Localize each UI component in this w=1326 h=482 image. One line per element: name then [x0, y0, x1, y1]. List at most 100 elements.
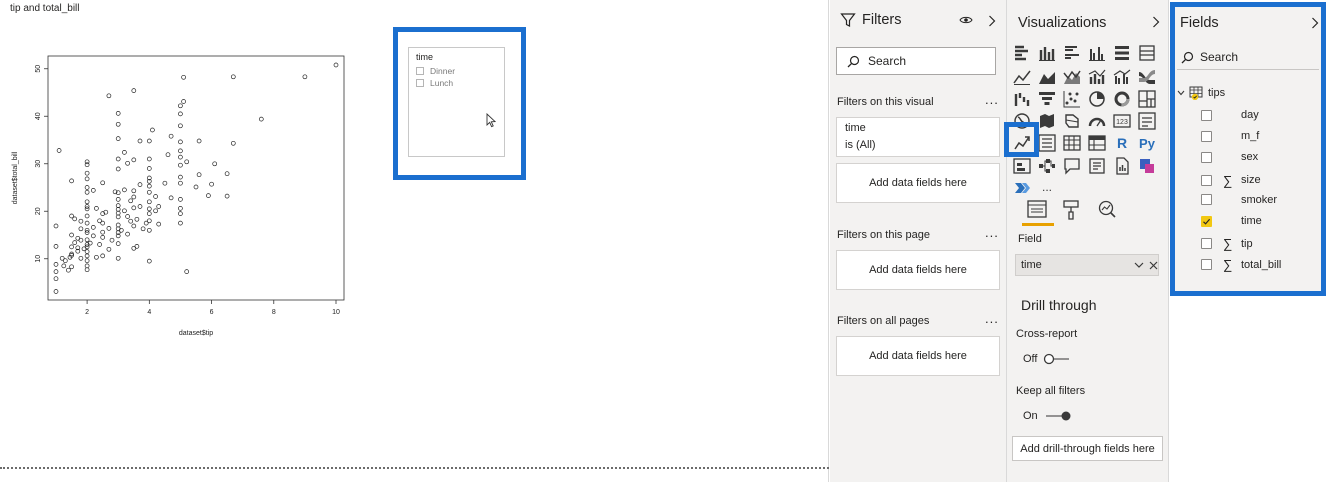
treemap-icon[interactable]: [1138, 90, 1156, 108]
toggle-on-icon[interactable]: [1044, 410, 1072, 422]
slicer-icon[interactable]: [1038, 134, 1056, 152]
data-point: [69, 232, 74, 238]
pie-chart-icon[interactable]: [1088, 90, 1106, 108]
slicer-item-label: Lunch: [430, 78, 454, 88]
add-visual-filter-well[interactable]: Add data fields here: [836, 163, 1000, 203]
chevron-down-icon[interactable]: [1134, 262, 1144, 269]
data-point: [100, 220, 106, 226]
smart-narrative-icon[interactable]: [1088, 157, 1106, 175]
more-options-button[interactable]: ...: [985, 311, 999, 326]
data-point: [333, 62, 339, 68]
scatter-chart-icon[interactable]: [1063, 90, 1081, 108]
decomposition-tree-icon[interactable]: [1038, 157, 1056, 175]
data-point: [184, 159, 190, 165]
clustered-bar-chart-icon[interactable]: [1063, 44, 1081, 62]
close-icon[interactable]: [1149, 261, 1158, 270]
card-icon[interactable]: 123: [1113, 112, 1131, 130]
data-point: [230, 74, 236, 80]
qa-visual-icon[interactable]: [1063, 157, 1081, 175]
chevron-right-icon[interactable]: [1152, 16, 1160, 28]
filled-map-icon[interactable]: [1038, 112, 1056, 130]
cross-report-toggle[interactable]: Off: [1023, 353, 1071, 365]
data-point: [84, 258, 90, 264]
data-point: [128, 218, 134, 224]
paginated-report-icon[interactable]: [1113, 157, 1131, 175]
checkbox[interactable]: [416, 67, 424, 75]
data-point: [125, 214, 130, 219]
checkbox[interactable]: [416, 79, 424, 87]
data-point: [115, 166, 121, 172]
time-slicer[interactable]: time Dinner Lunch: [408, 47, 505, 157]
chevron-right-icon[interactable]: [988, 15, 996, 27]
power-apps-icon[interactable]: [1138, 157, 1156, 175]
report-canvas[interactable]: tip and total_bill 2 4 6 8 10 10 20 30 40 50 dat…: [0, 0, 829, 482]
more-options-button[interactable]: ...: [985, 92, 999, 107]
toggle-state-label: On: [1023, 410, 1038, 422]
add-drill-through-well[interactable]: Add drill-through fields here: [1012, 436, 1163, 461]
data-point: [100, 180, 106, 186]
keep-all-filters-toggle[interactable]: On: [1023, 410, 1072, 422]
filter-card-time[interactable]: time is (All): [836, 117, 1000, 157]
waterfall-chart-icon[interactable]: [1013, 90, 1031, 108]
more-options-button[interactable]: ...: [985, 225, 999, 240]
format-tab-icon[interactable]: [1062, 200, 1080, 220]
r-visual-icon[interactable]: R: [1113, 134, 1131, 152]
ribbon-chart-icon[interactable]: [1138, 68, 1156, 86]
stacked-area-chart-icon[interactable]: [1063, 68, 1081, 86]
line-and-stacked-column-icon[interactable]: [1088, 68, 1106, 86]
field-well-time[interactable]: time: [1015, 254, 1159, 276]
data-point: [90, 225, 96, 230]
data-point: [115, 255, 121, 261]
multi-row-card-icon[interactable]: [1138, 112, 1156, 130]
line-chart-icon[interactable]: [1013, 68, 1031, 86]
data-point: [84, 199, 90, 205]
data-point: [131, 194, 137, 200]
toggle-off-icon[interactable]: [1043, 353, 1071, 365]
clustered-column-chart-icon[interactable]: [1088, 44, 1106, 62]
filters-search-input[interactable]: Search: [836, 47, 996, 75]
search-icon: [847, 55, 860, 67]
scatter-plot[interactable]: 2 4 6 8 10 10 20 30 40 50 dataset$tip dataset$to…: [6, 48, 346, 348]
100-stacked-column-chart-icon[interactable]: [1138, 44, 1156, 62]
slicer-item-lunch[interactable]: Lunch: [416, 78, 453, 88]
stacked-column-chart-icon[interactable]: [1038, 44, 1056, 62]
line-and-clustered-column-icon[interactable]: [1113, 68, 1131, 86]
data-point: [181, 74, 186, 80]
eye-icon[interactable]: [959, 14, 973, 26]
funnel-chart-icon[interactable]: [1038, 90, 1056, 108]
y-tick-label: 30: [35, 160, 42, 168]
more-visuals-icon[interactable]: ...: [1038, 179, 1056, 197]
data-point: [178, 103, 183, 109]
area-chart-icon[interactable]: [1038, 68, 1056, 86]
add-page-filter-well[interactable]: Add data fields here: [836, 250, 1000, 290]
data-point: [125, 160, 130, 166]
stacked-bar-chart-icon[interactable]: [1013, 44, 1031, 62]
plot-points: [53, 62, 339, 294]
python-visual-icon[interactable]: Py: [1138, 134, 1156, 152]
field-well-value: time: [1021, 259, 1042, 271]
100-stacked-bar-chart-icon[interactable]: [1113, 44, 1131, 62]
add-report-filter-well[interactable]: Add data fields here: [836, 336, 1000, 376]
data-point: [78, 226, 84, 232]
toggle-state-label: Off: [1023, 353, 1038, 365]
x-tick-label: 10: [332, 309, 340, 316]
data-point: [69, 244, 74, 250]
data-point: [140, 226, 146, 232]
data-point: [206, 193, 211, 198]
matrix-icon[interactable]: [1088, 134, 1106, 152]
slicer-item-dinner[interactable]: Dinner: [416, 66, 455, 76]
key-influencers-icon[interactable]: [1013, 157, 1031, 175]
table-icon[interactable]: [1063, 134, 1081, 152]
data-point: [53, 262, 59, 267]
fields-tab-icon[interactable]: [1027, 200, 1047, 218]
donut-chart-icon[interactable]: [1113, 90, 1131, 108]
shape-map-icon[interactable]: [1063, 112, 1081, 130]
data-point: [97, 242, 102, 247]
data-point: [153, 208, 158, 214]
data-point: [122, 187, 127, 193]
gauge-icon[interactable]: [1088, 112, 1106, 130]
data-point: [78, 237, 84, 243]
data-point: [178, 174, 183, 180]
power-automate-icon[interactable]: [1013, 179, 1031, 197]
analytics-tab-icon[interactable]: [1097, 200, 1117, 220]
